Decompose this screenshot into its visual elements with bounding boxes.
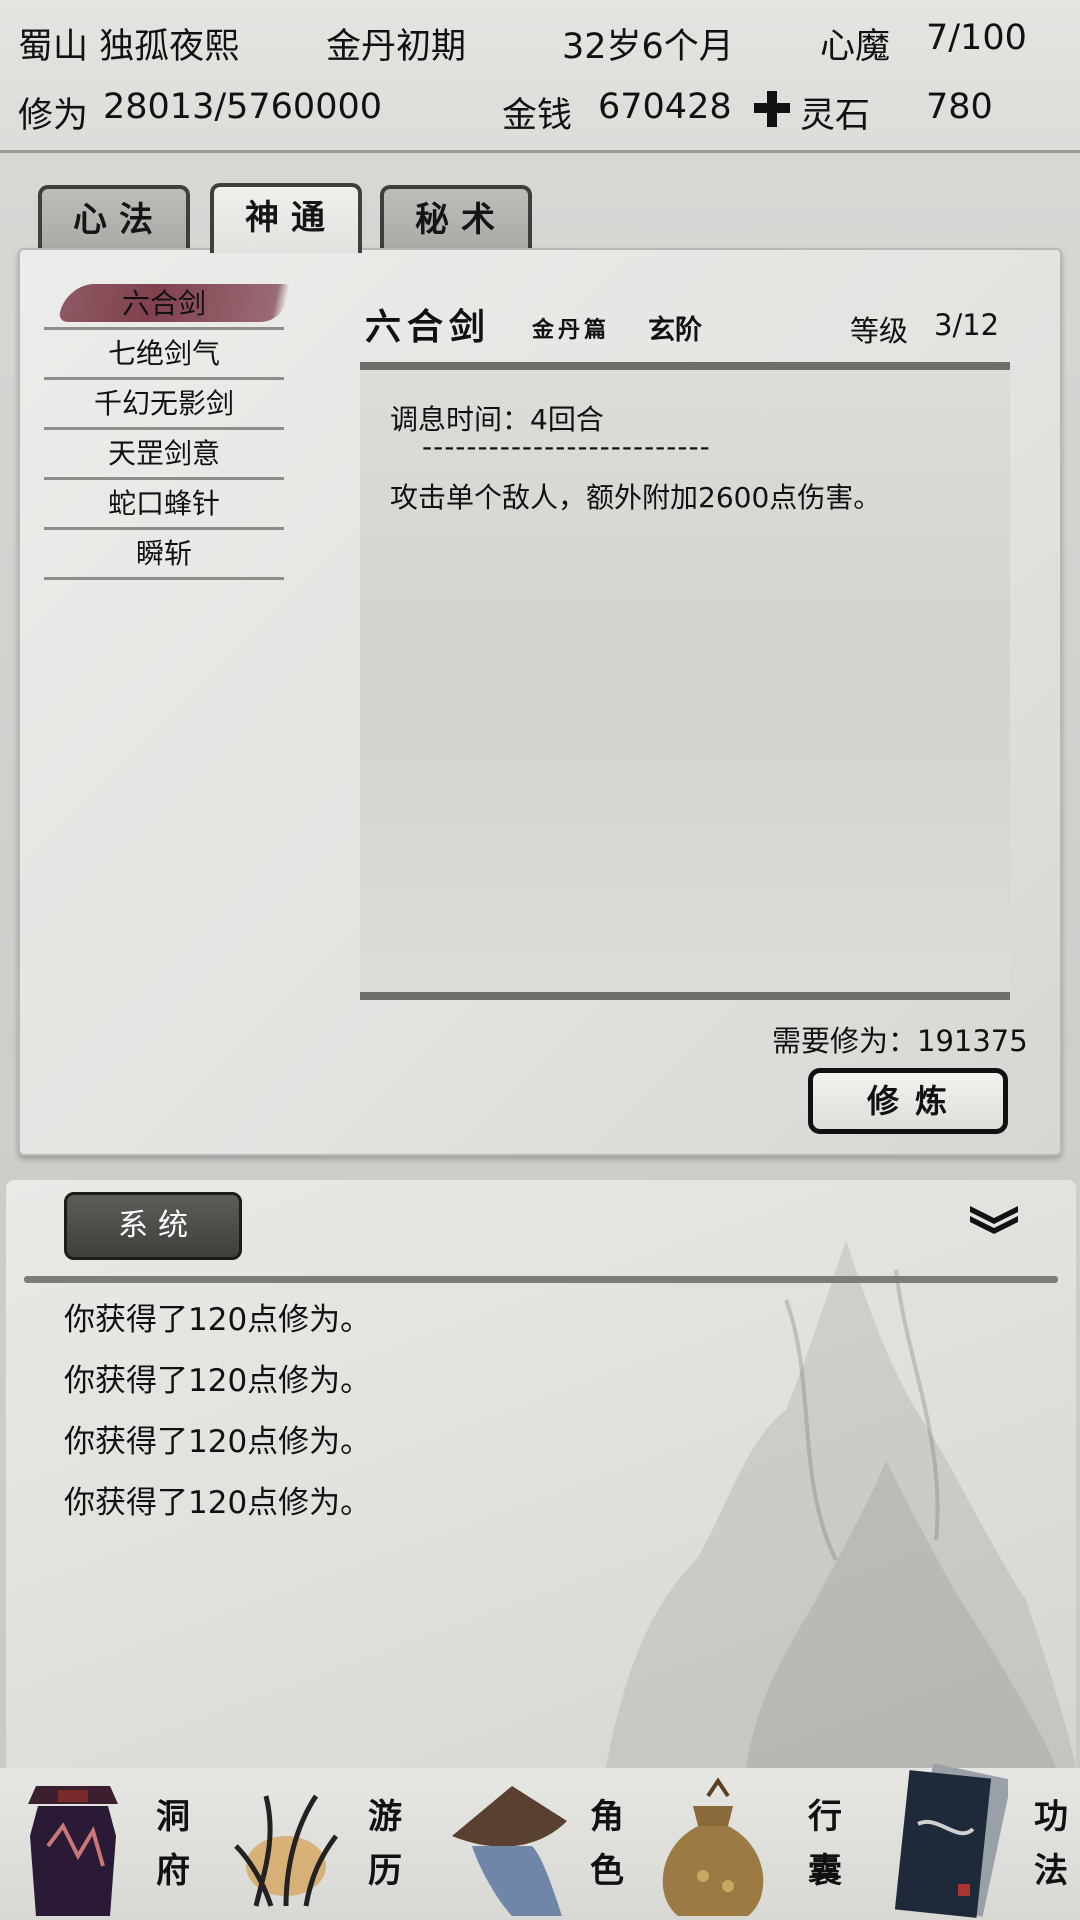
tab-xinfa[interactable]: 心法 xyxy=(38,185,190,251)
skill-item-label: 千幻无影剑 xyxy=(93,387,234,420)
skill-list: 六合剑 七绝剑气 千幻无影剑 天罡剑意 蛇口蜂针 瞬斩 xyxy=(44,280,284,580)
skill-item-label: 七绝剑气 xyxy=(107,337,220,370)
nav-cave[interactable]: 洞府 xyxy=(0,1768,220,1920)
log-lines: 你获得了120点修为。 你获得了120点修为。 你获得了120点修为。 你获得了… xyxy=(64,1290,371,1534)
system-channel-button[interactable]: 系统 xyxy=(64,1192,242,1260)
nav-travel[interactable]: 游历 xyxy=(220,1768,438,1920)
nav-label-character: 角色 xyxy=(590,1797,624,1891)
message-log: 系统 你获得了120点修为。 你获得了120点修为。 你获得了120点修为。 你… xyxy=(6,1180,1076,1768)
tab-shentong[interactable]: 神通 xyxy=(210,183,362,253)
money-label: 金钱 xyxy=(502,96,573,136)
skill-item-label: 六合剑 xyxy=(121,287,206,320)
cultivation-value: 28013/5760000 xyxy=(103,87,383,127)
status-header: 蜀山 独孤夜熙 金丹初期 32岁6个月 心魔 7/100 修为 28013/57… xyxy=(0,0,1080,153)
nav-skills[interactable]: 功法 xyxy=(860,1764,1080,1920)
scripture-book-icon xyxy=(894,1764,1008,1918)
skill-volume: 金丹篇 xyxy=(532,317,611,343)
log-line: 你获得了120点修为。 xyxy=(64,1363,372,1399)
age-text: 32岁6个月 xyxy=(562,27,734,67)
skill-description-box: 调息时间：4回合 -------------------------- 攻击单个… xyxy=(360,362,1010,1000)
money-value: 670428 xyxy=(598,87,732,127)
skill-panel: 六合剑 七绝剑气 千幻无影剑 天罡剑意 蛇口蜂针 瞬斩 六合剑 金丹篇 玄阶 等… xyxy=(18,248,1062,1156)
skill-item-label: 蛇口蜂针 xyxy=(107,487,220,520)
nav-bag[interactable]: 行囊 xyxy=(648,1768,860,1920)
skill-item[interactable]: 蛇口蜂针 xyxy=(44,480,284,530)
skill-item-label: 瞬斩 xyxy=(135,537,192,570)
demon-label: 心魔 xyxy=(820,27,891,67)
spirit-stone-icon xyxy=(752,89,792,129)
demon-value: 7/100 xyxy=(926,18,1027,58)
travel-grass-icon xyxy=(234,1794,339,1907)
double-chevron-down-icon[interactable] xyxy=(968,1202,1020,1236)
log-line: 你获得了120点修为。 xyxy=(64,1485,372,1521)
level-label: 等级 xyxy=(850,314,909,348)
realm-text: 金丹初期 xyxy=(326,27,467,67)
bottom-nav: 洞府 游历 角色 行囊 功法 xyxy=(0,1764,1080,1920)
bag-icon xyxy=(662,1777,764,1916)
skill-item[interactable]: 天罡剑意 xyxy=(44,430,284,480)
separator-line: -------------------------- xyxy=(422,430,711,463)
skill-item-selected[interactable]: 六合剑 xyxy=(44,280,284,330)
log-line: 你获得了120点修为。 xyxy=(64,1302,372,1338)
nav-label-bag: 行囊 xyxy=(808,1797,842,1891)
skill-grade: 玄阶 xyxy=(648,315,702,346)
nav-label-travel: 游历 xyxy=(368,1797,402,1891)
cave-residence-icon xyxy=(28,1786,118,1916)
spirit-stone-label: 灵石 xyxy=(800,96,871,136)
train-button[interactable]: 修炼 xyxy=(808,1068,1008,1134)
nav-label-cave: 洞府 xyxy=(156,1797,190,1891)
level-value: 3/12 xyxy=(934,308,1000,342)
skill-item-label: 天罡剑意 xyxy=(107,437,220,470)
skill-title: 六合剑 xyxy=(365,306,492,348)
required-cultivation: 需要修为：191375 xyxy=(772,1024,1028,1058)
tab-mishu[interactable]: 秘术 xyxy=(380,185,532,251)
skill-effect-text: 攻击单个敌人，额外附加2600点伤害。 xyxy=(390,481,882,514)
cultivation-label: 修为 xyxy=(18,96,89,136)
skill-item[interactable]: 千幻无影剑 xyxy=(44,380,284,430)
ink-mountain-decoration xyxy=(606,1240,1076,1768)
nav-label-skills: 功法 xyxy=(1034,1797,1068,1891)
skill-item[interactable]: 瞬斩 xyxy=(44,530,284,580)
log-divider xyxy=(24,1276,1058,1283)
nav-character[interactable]: 角色 xyxy=(438,1768,648,1920)
log-line: 你获得了120点修为。 xyxy=(64,1424,372,1460)
character-hat-icon xyxy=(452,1786,567,1916)
skill-item[interactable]: 七绝剑气 xyxy=(44,330,284,380)
spirit-stone-value: 780 xyxy=(926,87,993,127)
character-name: 蜀山 独孤夜熙 xyxy=(18,27,240,67)
